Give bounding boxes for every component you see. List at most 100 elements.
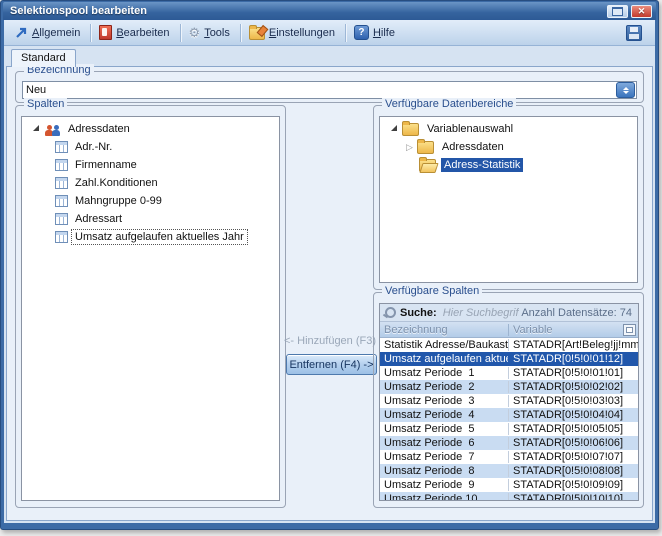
table-row[interactable]: Umsatz Periode 5STATADR[0!5!0!05!05] — [380, 422, 638, 436]
table-row[interactable]: Umsatz Periode 8STATADR[0!5!0!08!08] — [380, 464, 638, 478]
table-column-icon — [55, 177, 68, 189]
toolbar-separator — [180, 24, 181, 42]
tree-item-label: Zahl.Konditionen — [72, 176, 161, 190]
toolbar-button-tools[interactable]: ⚙ Tools — [184, 24, 237, 41]
table-header: Bezeichnung Variable — [380, 322, 638, 338]
tree-item-label: Mahngruppe 0-99 — [72, 194, 165, 208]
cell-variable: STATADR[0!5!0!07!07] — [508, 451, 638, 463]
search-input[interactable] — [441, 306, 522, 320]
cell-variable: STATADR[0!5!0!08!08] — [508, 465, 638, 477]
search-bar: Suche: Anzahl Datensätze: 74 — [380, 304, 638, 322]
cell-bezeichnung: Umsatz Periode 9 — [380, 479, 508, 491]
tree-item-root[interactable]: Adressdaten — [25, 120, 278, 138]
table-row[interactable]: Umsatz Periode 3STATADR[0!5!0!03!03] — [380, 394, 638, 408]
cell-variable: STATADR[0!5!0!01!12] — [508, 353, 638, 365]
tree-item-label: Adr.-Nr. — [72, 140, 115, 154]
cell-bezeichnung: Umsatz aufgelaufen aktuelles Jahr — [380, 353, 508, 365]
toolbar-label: Bearbeiten — [116, 27, 169, 39]
toolbar-button-einstellungen[interactable]: Einstellungen — [244, 23, 342, 42]
tree-item[interactable]: Adress-Statistik — [383, 156, 636, 174]
restore-button[interactable] — [607, 5, 628, 18]
table-column-icon — [55, 159, 68, 171]
toolbar-label: Einstellungen — [269, 27, 335, 39]
tree-item-root[interactable]: Variablenauswahl — [383, 120, 636, 138]
toolbar-button-bearbeiten[interactable]: Bearbeiten — [94, 23, 176, 42]
bezeichnung-combobox[interactable]: Neu — [22, 81, 637, 99]
tree-item[interactable]: Zahl.Konditionen — [25, 174, 278, 192]
tree-item-label: Firmenname — [72, 158, 140, 172]
combobox-spin-button[interactable] — [616, 82, 635, 98]
cell-variable: STATADR[0!5!0!03!03] — [508, 395, 638, 407]
entfernen-button[interactable]: Entfernen (F4) -> — [286, 354, 377, 375]
tree-item[interactable]: Adr.-Nr. — [25, 138, 278, 156]
spalten-listbox[interactable]: Adressdaten Adr.-Nr. Firmenname Zahl.Kondit… — [21, 116, 280, 501]
combobox-value: Neu — [23, 84, 616, 96]
table-row[interactable]: Umsatz Periode 7STATADR[0!5!0!07!07] — [380, 450, 638, 464]
tree-item[interactable]: Firmenname — [25, 156, 278, 174]
tab-strip: Standard — [6, 47, 76, 67]
window-body: Allgemein Bearbeiten ⚙ Tools Einstellung… — [4, 20, 655, 523]
search-icon — [385, 307, 396, 318]
cell-variable: STATADR[0!5!0!06!06] — [508, 437, 638, 449]
table-row[interactable]: Statistik Adresse/BaukastenSTATADR[Art!B… — [380, 338, 638, 352]
cell-bezeichnung: Umsatz Periode 10 — [380, 493, 508, 501]
column-header-bezeichnung[interactable]: Bezeichnung — [380, 324, 508, 336]
group-label: Verfügbare Spalten — [382, 285, 482, 297]
folder-settings-icon — [249, 27, 265, 40]
restore-icon — [612, 7, 623, 16]
cell-variable: STATADR[0!5!0!02!02] — [508, 381, 638, 393]
table-row[interactable]: Umsatz Periode 9STATADR[0!5!0!09!09] — [380, 478, 638, 492]
toolbar-label: Tools — [204, 27, 230, 39]
group-label: Verfügbare Datenbereiche — [382, 98, 516, 110]
folder-open-icon — [419, 159, 436, 172]
hinzufuegen-button-disabled: <- Hinzufügen (F3) — [284, 335, 376, 347]
table-row[interactable]: Umsatz Periode 4STATADR[0!5!0!04!04] — [380, 408, 638, 422]
close-button[interactable]: ✕ — [631, 5, 652, 18]
window-title: Selektionspool bearbeiten — [3, 5, 147, 17]
expander-collapsed-icon[interactable]: ▷ — [406, 142, 413, 153]
expander-expanded-icon[interactable] — [33, 125, 39, 131]
tree-item[interactable]: Mahngruppe 0-99 — [25, 192, 278, 210]
expander-expanded-icon[interactable] — [391, 125, 397, 131]
column-chooser-icon[interactable] — [623, 324, 636, 336]
tree-item-label: Adress-Statistik — [441, 158, 523, 172]
arrow-up-right-icon — [15, 26, 28, 39]
cell-bezeichnung: Umsatz Periode 2 — [380, 381, 508, 393]
spin-down-icon — [623, 91, 629, 94]
column-header-variable[interactable]: Variable — [508, 324, 638, 336]
group-bezeichnung: Bezeichnung Neu — [15, 71, 644, 103]
datenbereiche-treebox[interactable]: Variablenauswahl▷Adressdaten Adress-Stati… — [379, 116, 638, 283]
table-row[interactable]: Umsatz Periode 6STATADR[0!5!0!06!06] — [380, 436, 638, 450]
cell-bezeichnung: Umsatz Periode 1 — [380, 367, 508, 379]
cell-bezeichnung: Umsatz Periode 5 — [380, 423, 508, 435]
title-bar[interactable]: Selektionspool bearbeiten ✕ — [3, 2, 656, 20]
cell-variable: STATADR[Art!Beleg!jj!mm!m — [508, 339, 638, 351]
help-icon: ? — [354, 25, 369, 40]
search-label: Suche: — [400, 307, 437, 319]
group-label: Spalten — [24, 98, 67, 110]
save-icon — [626, 25, 642, 41]
verfuegbare-spalten-panel: Suche: Anzahl Datensätze: 74 Bezeichnung… — [379, 303, 639, 501]
gears-icon: ⚙ — [189, 26, 201, 39]
notebook-icon — [99, 25, 112, 40]
table-body: Statistik Adresse/BaukastenSTATADR[Art!B… — [380, 338, 638, 501]
table-row[interactable]: Umsatz Periode 1STATADR[0!5!0!01!01] — [380, 366, 638, 380]
tree-item-label: Adressart — [72, 212, 125, 226]
table-row[interactable]: Umsatz aufgelaufen aktuelles JahrSTATADR… — [380, 352, 638, 366]
tree-item-label: Umsatz aufgelaufen aktuelles Jahr — [72, 230, 247, 244]
cell-bezeichnung: Umsatz Periode 7 — [380, 451, 508, 463]
tree-item[interactable]: ▷Adressdaten — [383, 138, 636, 156]
toolbar-label: Hilfe — [373, 27, 395, 39]
tab-standard[interactable]: Standard — [11, 49, 76, 67]
cell-bezeichnung: Statistik Adresse/Baukasten — [380, 339, 508, 351]
table-row[interactable]: Umsatz Periode 10STATADR[0!5!0!10!10] — [380, 492, 638, 501]
toolbar-button-hilfe[interactable]: ? Hilfe — [349, 23, 402, 42]
cell-variable: STATADR[0!5!0!09!09] — [508, 479, 638, 491]
tree-item[interactable]: Umsatz aufgelaufen aktuelles Jahr — [25, 228, 278, 246]
table-column-icon — [55, 141, 68, 153]
tree-item[interactable]: Adressart — [25, 210, 278, 228]
table-row[interactable]: Umsatz Periode 2STATADR[0!5!0!02!02] — [380, 380, 638, 394]
toolbar-button-allgemein[interactable]: Allgemein — [10, 24, 87, 41]
save-button[interactable] — [621, 23, 649, 43]
spalten-tree: Adressdaten Adr.-Nr. Firmenname Zahl.Kondit… — [25, 120, 278, 499]
